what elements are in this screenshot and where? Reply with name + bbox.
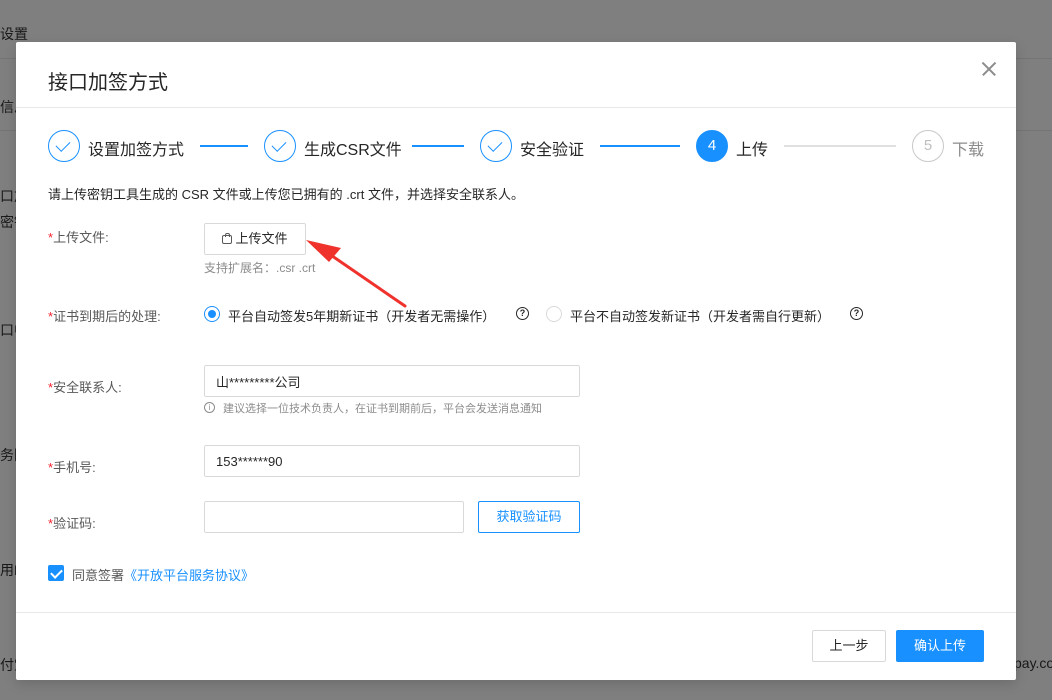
- check-icon: [264, 130, 296, 162]
- step-connector: [412, 145, 464, 147]
- get-code-button[interactable]: 获取验证码: [478, 501, 580, 533]
- agree-checkbox[interactable]: [48, 565, 64, 581]
- check-icon: [48, 130, 80, 162]
- verification-code-input[interactable]: [204, 501, 464, 533]
- step-label: 生成CSR文件: [304, 142, 402, 159]
- phone-label: *手机号:: [48, 457, 96, 476]
- upload-label-text: 上传文件:: [53, 230, 109, 245]
- step-label: 上传: [736, 142, 769, 159]
- prev-step-button[interactable]: 上一步: [812, 630, 886, 662]
- manual-renew-label[interactable]: 平台不自动签发新证书（开发者需自行更新）: [570, 306, 830, 325]
- upload-icon: [222, 233, 233, 244]
- check-icon: [480, 130, 512, 162]
- expire-label-text: 证书到期后的处理:: [53, 309, 161, 324]
- upload-file-button[interactable]: 上传文件: [204, 223, 306, 255]
- sign-method-modal: 接口加签方式 设置加签方式 生成CSR文件 安全验证 4 上传 5 下载 请上传…: [16, 42, 1016, 680]
- expire-label: *证书到期后的处理:: [48, 306, 161, 325]
- auto-renew-label[interactable]: 平台自动签发5年期新证书（开发者无需操作）: [228, 306, 495, 325]
- modal-footer: 上一步 确认上传: [16, 612, 1016, 680]
- upload-label: *上传文件:: [48, 227, 109, 246]
- phone-input[interactable]: [204, 445, 580, 477]
- step-label: 安全验证: [520, 142, 585, 159]
- step-label: 下载: [952, 142, 985, 159]
- upload-hint: 支持扩展名：.csr .crt: [204, 261, 316, 275]
- contact-label-text: 安全联系人:: [53, 380, 122, 395]
- auto-renew-radio[interactable]: [204, 306, 220, 322]
- phone-label-text: 手机号:: [53, 460, 96, 475]
- step-number: 5: [912, 130, 944, 162]
- close-icon[interactable]: [978, 58, 1000, 80]
- code-label: *验证码:: [48, 513, 96, 532]
- code-label-text: 验证码:: [53, 516, 96, 531]
- upload-button-label: 上传文件: [235, 231, 288, 246]
- intro-text: 请上传密钥工具生成的 CSR 文件或上传您已拥有的 .crt 文件，并选择安全联…: [48, 187, 524, 202]
- modal-title: 接口加签方式: [48, 72, 168, 94]
- agree-prefix: 同意签署: [72, 568, 125, 583]
- step-connector: [784, 145, 896, 147]
- help-icon[interactable]: ?: [850, 307, 863, 320]
- security-contact-input[interactable]: [204, 365, 580, 397]
- help-icon[interactable]: ?: [516, 307, 529, 320]
- confirm-upload-button[interactable]: 确认上传: [896, 630, 984, 662]
- step-label: 设置加签方式: [88, 142, 185, 159]
- steps-bar: 设置加签方式 生成CSR文件 安全验证 4 上传 5 下载: [48, 130, 992, 162]
- modal-header: 接口加签方式: [16, 42, 1016, 108]
- agree-text: 同意签署《开放平台服务协议》: [72, 565, 254, 584]
- manual-renew-radio[interactable]: [546, 306, 562, 322]
- step-number: 4: [696, 130, 728, 162]
- step-connector: [600, 145, 680, 147]
- info-icon: i: [204, 402, 215, 413]
- service-agreement-link[interactable]: 《开放平台服务协议》: [124, 568, 254, 583]
- contact-label: *安全联系人:: [48, 377, 122, 396]
- contact-hint: 建议选择一位技术负责人，在证书到期前后，平台会发送消息通知: [223, 403, 542, 415]
- step-connector: [200, 145, 248, 147]
